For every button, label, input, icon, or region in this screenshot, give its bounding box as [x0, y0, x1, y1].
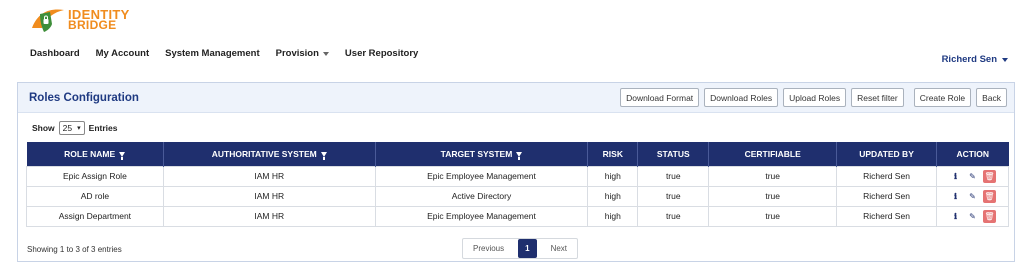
cell-action: ℹ ✎ 🗑 [936, 185, 1009, 207]
main-nav: Dashboard My Account System Management P… [30, 48, 434, 59]
entries-label: Entries [88, 123, 118, 133]
panel-header: Roles Configuration Download Format Down… [18, 83, 1014, 113]
col-authoritative-system[interactable]: AUTHORITATIVE SYSTEM [163, 142, 376, 166]
table-row: Epic Assign Role IAM HR Epic Employee Ma… [26, 165, 1009, 187]
filter-icon[interactable] [119, 152, 126, 160]
col-updated-by: UPDATED BY [836, 142, 937, 166]
nav-provision[interactable]: Provision [276, 48, 329, 59]
col-risk: RISK [587, 142, 639, 166]
cell-status: true [637, 165, 710, 187]
chevron-down-icon [322, 51, 329, 56]
toolbar: Download Format Download Roles Upload Ro… [620, 88, 1007, 107]
roles-table: ROLE NAME AUTHORITATIVE SYSTEM TARGET SY… [26, 142, 1009, 227]
nav-provision-label: Provision [275, 48, 319, 59]
info-icon[interactable]: ℹ [949, 189, 962, 203]
cell-updated-by: Richerd Sen [836, 205, 937, 227]
nav-system-management-label: System Management [165, 48, 260, 59]
chevron-down-icon: ▾ [77, 125, 81, 132]
nav-my-account-label: My Account [95, 48, 150, 59]
pagination: Previous 1 Next [462, 238, 579, 259]
cell-target-system: Epic Employee Management [374, 165, 589, 187]
cell-role-name: Assign Department [26, 205, 164, 227]
top-bar: IDENTITY BRIDGE Dashboard My Account Sys… [0, 0, 1024, 80]
table-row: Assign Department IAM HR Epic Employee M… [26, 205, 1009, 227]
col-action: ACTION [936, 142, 1009, 166]
previous-page-button[interactable]: Previous [463, 239, 514, 258]
entries-control: Show 25 ▾ Entries [32, 121, 117, 135]
col-target-system-label: TARGET SYSTEM [440, 148, 513, 159]
cell-authoritative-system: IAM HR [162, 185, 376, 207]
col-status: STATUS [637, 142, 710, 166]
nav-dashboard-label: Dashboard [30, 48, 80, 59]
info-icon[interactable]: ℹ [949, 209, 962, 223]
cell-risk: high [587, 205, 639, 227]
cell-risk: high [587, 185, 639, 207]
cell-authoritative-system: IAM HR [162, 205, 376, 227]
cell-role-name: Epic Assign Role [26, 165, 164, 187]
cell-updated-by: Richerd Sen [836, 185, 937, 207]
cell-role-name: AD role [26, 185, 164, 207]
chevron-down-icon [1002, 57, 1008, 62]
col-role-name[interactable]: ROLE NAME [26, 142, 164, 166]
cell-certifiable: true [708, 205, 838, 227]
cell-target-system: Active Directory [374, 185, 589, 207]
back-button[interactable]: Back [976, 88, 1007, 107]
edit-pencil-icon[interactable]: ✎ [966, 209, 979, 223]
logo-shield-icon [32, 9, 64, 32]
cell-action: ℹ ✎ 🗑 [936, 165, 1009, 187]
table-row: AD role IAM HR Active Directory high tru… [26, 185, 1009, 207]
upload-roles-button[interactable]: Upload Roles [783, 88, 847, 107]
cell-status: true [637, 185, 710, 207]
delete-trash-icon[interactable]: 🗑 [983, 209, 996, 223]
download-format-button[interactable]: Download Format [620, 88, 700, 107]
entries-select-value: 25 [62, 123, 73, 133]
identity-bridge-logo[interactable]: IDENTITY BRIDGE [30, 5, 130, 35]
filter-icon[interactable] [320, 152, 327, 160]
info-icon[interactable]: ℹ [949, 169, 962, 183]
cell-certifiable: true [708, 185, 838, 207]
page-title: Roles Configuration [29, 91, 139, 104]
nav-system-management[interactable]: System Management [165, 48, 260, 59]
cell-status: true [637, 205, 710, 227]
cell-risk: high [587, 165, 639, 187]
roles-panel: Roles Configuration Download Format Down… [17, 82, 1015, 262]
create-role-button[interactable]: Create Role [913, 88, 972, 107]
col-target-system[interactable]: TARGET SYSTEM [375, 142, 589, 166]
cell-updated-by: Richerd Sen [836, 165, 937, 187]
user-menu[interactable]: Richerd Sen [942, 54, 1008, 65]
entries-summary: Showing 1 to 3 of 3 entries [27, 245, 122, 254]
entries-select[interactable]: 25 ▾ [58, 121, 85, 135]
next-page-button[interactable]: Next [541, 239, 577, 258]
cell-certifiable: true [708, 165, 838, 187]
page-1-button[interactable]: 1 [518, 239, 537, 258]
nav-user-repository-label: User Repository [344, 48, 419, 59]
col-authoritative-system-label: AUTHORITATIVE SYSTEM [211, 148, 317, 159]
delete-trash-icon[interactable]: 🗑 [983, 169, 996, 183]
logo-line2: BRIDGE [68, 18, 117, 32]
edit-pencil-icon[interactable]: ✎ [966, 169, 979, 183]
col-role-name-label: ROLE NAME [64, 148, 116, 159]
download-roles-button[interactable]: Download Roles [704, 88, 779, 107]
table-header-row: ROLE NAME AUTHORITATIVE SYSTEM TARGET SY… [26, 142, 1009, 166]
cell-authoritative-system: IAM HR [162, 165, 376, 187]
filter-icon[interactable] [516, 152, 523, 160]
nav-dashboard[interactable]: Dashboard [30, 48, 80, 59]
cell-target-system: Epic Employee Management [374, 205, 589, 227]
col-certifiable: CERTIFIABLE [708, 142, 838, 166]
nav-user-repository[interactable]: User Repository [345, 48, 418, 59]
reset-filter-button[interactable]: Reset filter [851, 88, 904, 107]
nav-my-account[interactable]: My Account [96, 48, 149, 59]
edit-pencil-icon[interactable]: ✎ [966, 189, 979, 203]
delete-trash-icon[interactable]: 🗑 [983, 189, 996, 203]
cell-action: ℹ ✎ 🗑 [936, 205, 1009, 227]
show-label: Show [32, 123, 55, 133]
user-name: Richerd Sen [941, 54, 997, 65]
